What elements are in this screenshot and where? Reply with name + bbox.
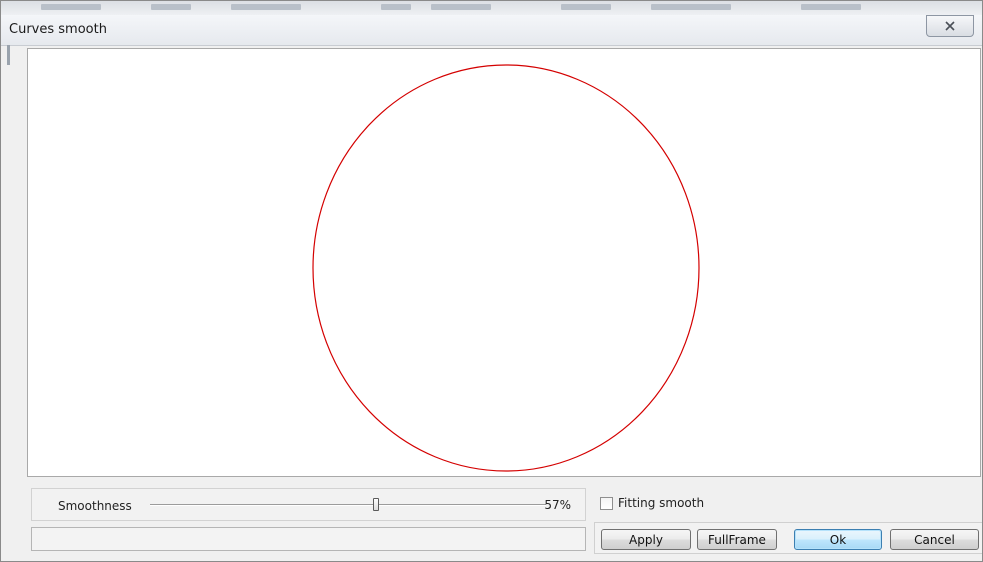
- title-bar: Curves smooth: [1, 15, 982, 46]
- fitting-smooth-label: Fitting smooth: [618, 496, 705, 510]
- fullframe-button[interactable]: FullFrame: [697, 529, 777, 550]
- close-icon: [944, 21, 956, 31]
- dialog-button-group: Apply FullFrame Ok Cancel: [594, 522, 982, 554]
- apply-button[interactable]: Apply: [601, 529, 691, 550]
- status-field: [31, 527, 586, 551]
- window-edge-marker: [7, 45, 10, 65]
- smoothness-value: 57%: [544, 498, 571, 512]
- smoothness-panel: Smoothness 57%: [31, 488, 586, 521]
- window-title: Curves smooth: [9, 22, 107, 37]
- curves-smooth-dialog: Curves smooth Smoothness 57% Fitting smo…: [0, 0, 983, 562]
- cancel-button[interactable]: Cancel: [890, 529, 979, 550]
- smoothness-slider-track[interactable]: [150, 504, 546, 506]
- curve-preview-canvas[interactable]: [27, 48, 981, 477]
- fitting-smooth-checkbox[interactable]: [600, 496, 613, 510]
- close-button[interactable]: [926, 15, 974, 37]
- smoothed-curve: [312, 64, 700, 472]
- background-window-strip: [1, 1, 982, 15]
- smoothness-label: Smoothness: [58, 499, 132, 513]
- ok-button[interactable]: Ok: [794, 529, 882, 550]
- fitting-smooth-option[interactable]: Fitting smooth: [600, 496, 704, 510]
- smoothness-slider-thumb[interactable]: [373, 498, 379, 511]
- curve-preview-svg: [312, 64, 700, 472]
